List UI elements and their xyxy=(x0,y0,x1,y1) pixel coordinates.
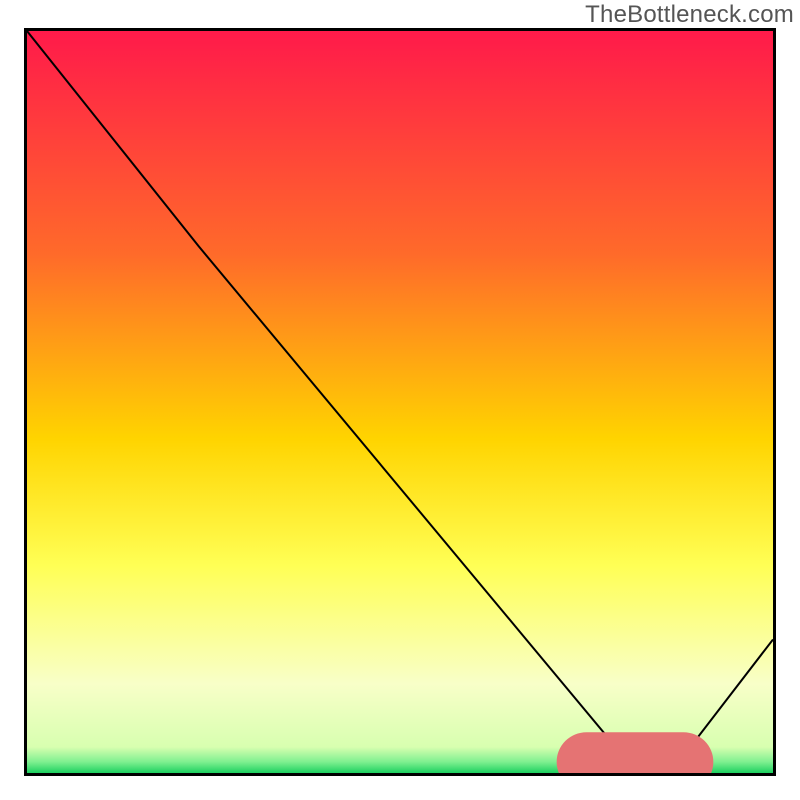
watermark-label: TheBottleneck.com xyxy=(585,1,794,29)
background-gradient xyxy=(27,31,773,773)
chart-svg xyxy=(27,31,773,773)
chart-frame: TheBottleneck.com xyxy=(0,0,800,800)
plot-area xyxy=(24,28,776,776)
